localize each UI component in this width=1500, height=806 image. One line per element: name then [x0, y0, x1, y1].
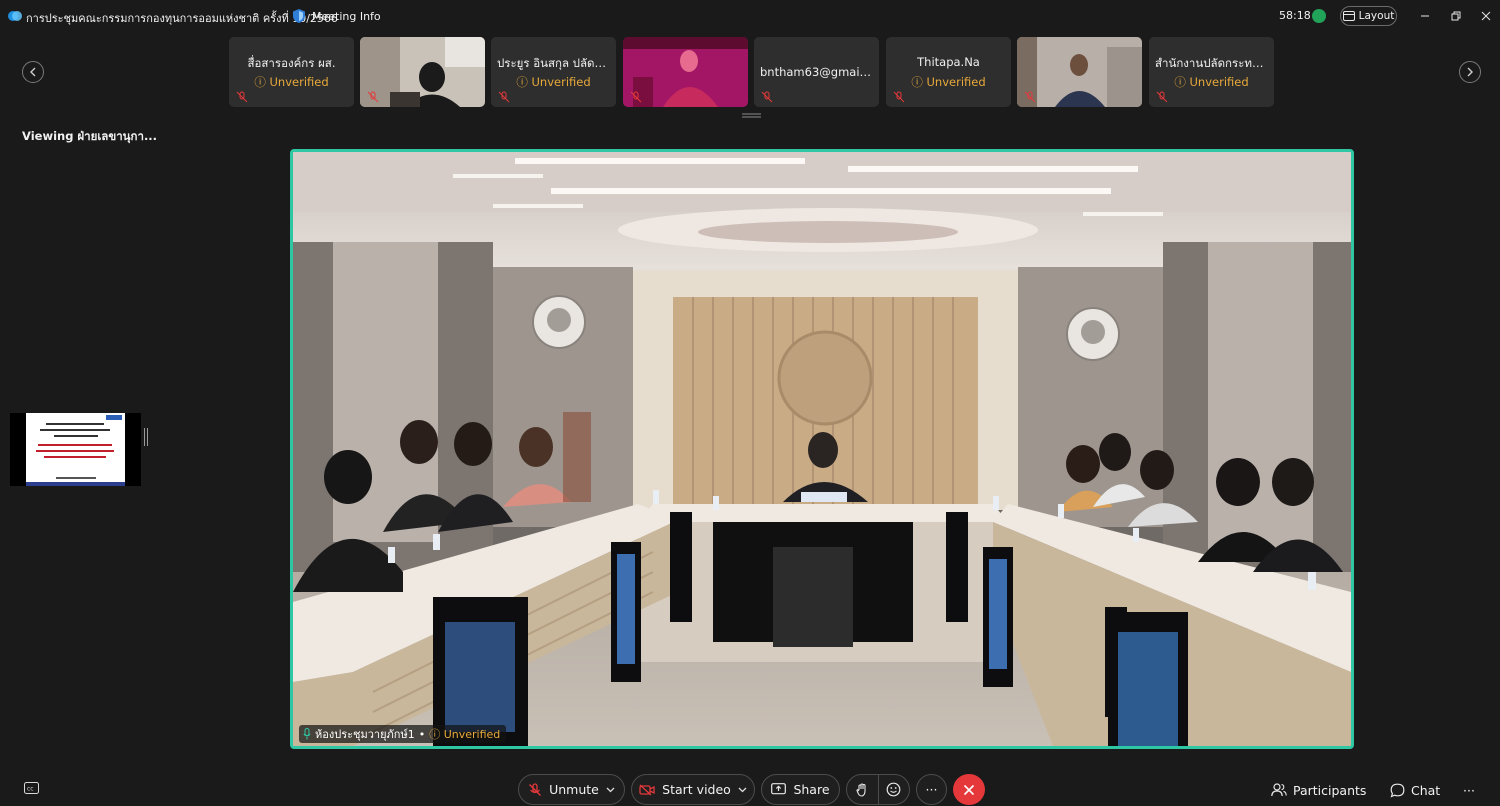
leave-meeting-button[interactable] [953, 774, 985, 805]
overflow-menu-button[interactable]: ··· [1463, 779, 1475, 801]
layout-icon [1342, 11, 1355, 21]
active-speaker-video[interactable]: ห้องประชุมวายุภักษ์1 • ⓘ Unverified [290, 149, 1354, 749]
more-options-button[interactable]: ··· [916, 774, 947, 805]
previous-participants-button[interactable] [22, 61, 44, 83]
mic-icon [303, 728, 311, 740]
active-speaker-label: ห้องประชุมวายุภักษ์1 • ⓘ Unverified [299, 725, 507, 743]
shield-icon [293, 9, 305, 23]
unmute-label: Unmute [549, 782, 599, 797]
resize-grabber-handle[interactable] [742, 113, 761, 119]
chat-bubble-icon [1390, 783, 1405, 798]
mic-muted-icon [630, 91, 642, 103]
start-video-label: Start video [662, 782, 731, 797]
overflow-menu-icon: ··· [1463, 782, 1475, 798]
minimize-button[interactable] [1415, 6, 1435, 26]
next-participants-button[interactable] [1459, 61, 1481, 83]
shared-content-preview[interactable] [10, 413, 141, 486]
restore-button[interactable] [1446, 6, 1466, 26]
label-separator: • [418, 727, 426, 741]
svg-text:cc: cc [27, 786, 34, 793]
participant-tile[interactable]: ประยูร อินสกุล ปลัดกระ... ⓘ Unverified [491, 37, 616, 107]
mic-muted-icon [1024, 91, 1036, 103]
unverified-status: ⓘ Unverified [911, 75, 986, 89]
title-bar: การประชุมคณะกรรมการกองทุนการออมแห่งชาติ … [0, 0, 1500, 32]
participants-label: Participants [1293, 782, 1367, 798]
mic-muted-icon [529, 782, 542, 796]
minimize-icon [1421, 15, 1429, 17]
panel-resize-handle[interactable] [144, 428, 148, 446]
reactions-button[interactable] [879, 774, 910, 805]
layout-label: Layout [1358, 10, 1395, 22]
chevron-left-icon [30, 67, 36, 77]
mic-muted-icon [761, 91, 773, 103]
mic-muted-icon [1156, 91, 1168, 103]
participant-tile[interactable]: bntham63@gmail.com [754, 37, 879, 107]
meeting-info-button[interactable]: Meeting Info [292, 7, 381, 25]
participant-tile[interactable] [360, 37, 485, 107]
participant-tile[interactable]: Thitapa.Na ⓘ Unverified [886, 37, 1011, 107]
chat-label: Chat [1411, 782, 1441, 798]
participant-name: bntham63@gmail.com [760, 65, 879, 79]
participants-icon [1271, 783, 1287, 797]
mic-muted-icon [498, 91, 510, 103]
unverified-status: ⓘ Unverified [1174, 75, 1249, 89]
closed-captions-icon[interactable]: cc [24, 782, 39, 794]
restore-icon [1451, 11, 1461, 21]
participant-name: Thitapa.Na [917, 55, 980, 69]
participant-tile[interactable]: สื่อสารองค์กร ผส. ⓘ Unverified [229, 37, 354, 107]
participant-name: สำนักงานปลัดกระทรวง... [1155, 56, 1274, 70]
emoji-reaction-icon [886, 782, 901, 797]
slide-content [36, 415, 122, 479]
share-screen-icon [771, 783, 787, 795]
start-video-button[interactable]: Start video [631, 774, 755, 805]
video-off-icon [639, 784, 655, 795]
raise-hand-button[interactable] [847, 774, 878, 805]
close-icon [963, 784, 975, 795]
more-options-icon: ··· [925, 782, 938, 797]
chevron-right-icon [1467, 67, 1473, 77]
unverified-status: ⓘ Unverified [516, 75, 591, 89]
close-window-button[interactable] [1476, 6, 1496, 26]
chat-button[interactable]: Chat [1390, 779, 1440, 801]
share-label: Share [793, 782, 830, 797]
participant-tile[interactable] [1017, 37, 1142, 107]
reactions-group [846, 774, 910, 805]
conference-room-video [293, 152, 1351, 746]
presentation-slide [26, 413, 125, 486]
participant-tile[interactable]: สำนักงานปลัดกระทรวง... ⓘ Unverified [1149, 37, 1274, 107]
meeting-timer: 58:18 [1279, 9, 1311, 22]
participant-name: ประยูร อินสกุล ปลัดกระ... [497, 56, 616, 70]
mic-muted-icon [893, 91, 905, 103]
unverified-status: ⓘ Unverified [254, 75, 329, 89]
connection-status-icon[interactable] [1312, 9, 1326, 23]
participants-button[interactable]: Participants [1271, 779, 1366, 801]
meeting-info-label: Meeting Info [312, 9, 381, 23]
close-icon [1481, 11, 1491, 21]
unverified-status: ⓘ Unverified [429, 728, 501, 741]
participant-name: สื่อสารองค์กร ผส. [247, 56, 336, 70]
layout-button[interactable]: Layout [1340, 6, 1397, 26]
mic-muted-icon [367, 91, 379, 103]
share-button[interactable]: Share [761, 774, 840, 805]
viewing-label: Viewing ฝ่ายเลขานุกา... [22, 129, 158, 143]
unmute-button[interactable]: Unmute [518, 774, 625, 805]
participant-tile[interactable] [623, 37, 748, 107]
mic-muted-icon [236, 91, 248, 103]
slide-footer-bar [26, 482, 125, 486]
chevron-down-icon[interactable] [738, 787, 747, 793]
speaker-name: ห้องประชุมวายุภักษ์1 [315, 728, 415, 741]
chevron-down-icon[interactable] [606, 787, 615, 793]
webex-logo-icon [8, 11, 22, 21]
raise-hand-icon [856, 782, 866, 797]
